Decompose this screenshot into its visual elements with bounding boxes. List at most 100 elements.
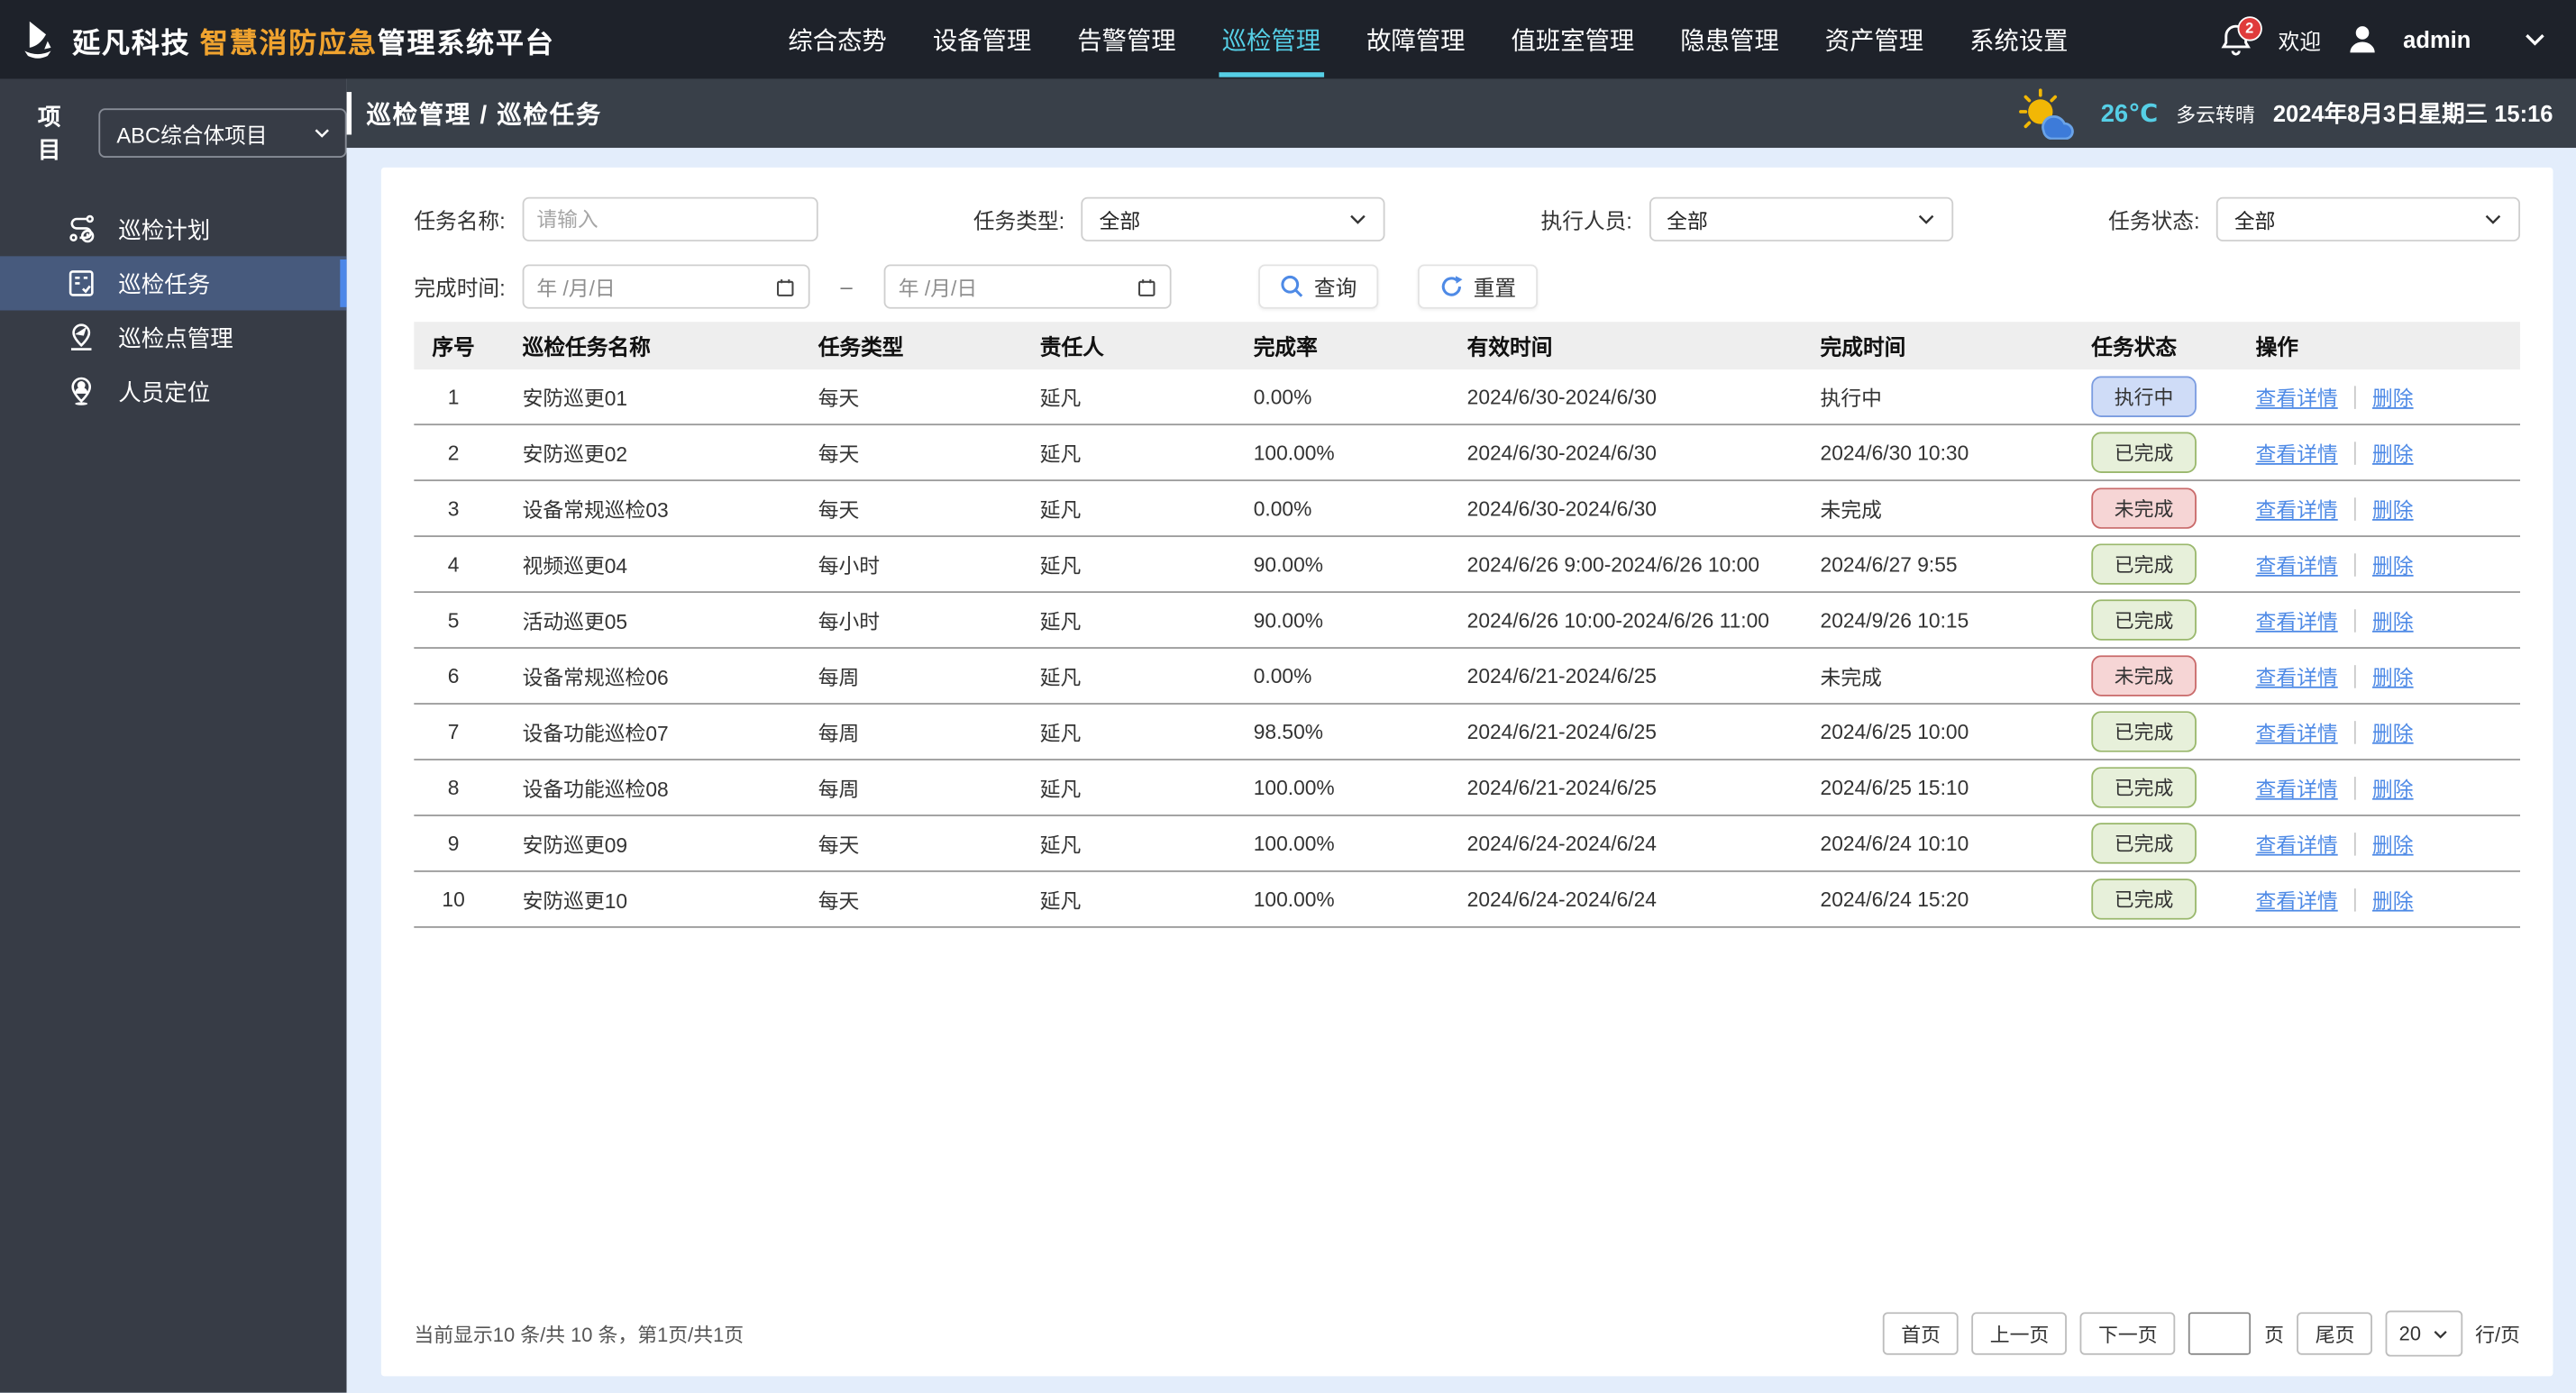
last-page-button[interactable]: 尾页 — [2297, 1312, 2373, 1355]
cell-completion-rate: 0.00% — [1253, 385, 1312, 408]
first-page-button[interactable]: 首页 — [1883, 1312, 1959, 1355]
sidebar: 项目 ABC综合体项目 巡检计划 巡检任务 巡检点管理 人员定位 — [0, 78, 347, 1393]
cell-valid-time: 2024/6/30-2024/6/30 — [1466, 496, 1657, 520]
cell-task-name: 活动巡更05 — [522, 611, 628, 634]
delete-link[interactable]: 删除 — [2372, 716, 2414, 748]
content-card: 任务名称: 任务类型: 全部 执行人员: — [380, 167, 2553, 1377]
task-status-badge: 已完成 — [2091, 823, 2197, 864]
sidebar-item-巡检计划[interactable]: 巡检计划 — [0, 202, 347, 256]
topnav-item-巡检管理[interactable]: 巡检管理 — [1219, 3, 1324, 77]
topnav-item-故障管理[interactable]: 故障管理 — [1363, 3, 1468, 77]
cell-serial-no: 2 — [447, 441, 460, 464]
finish-time-end-input[interactable]: 年 /月/日 — [883, 264, 1172, 309]
calendar-icon[interactable] — [775, 277, 795, 296]
reset-button[interactable]: 重置 — [1417, 264, 1538, 309]
view-detail-link[interactable]: 查看详情 — [2256, 772, 2338, 804]
cell-completion-rate: 0.00% — [1253, 496, 1312, 520]
chevron-down-icon — [1918, 214, 1933, 224]
delete-link[interactable]: 删除 — [2372, 605, 2414, 636]
operation-divider — [2353, 552, 2356, 576]
cell-task-name: 安防巡更02 — [522, 443, 628, 467]
chevron-down-icon — [1350, 214, 1366, 224]
calendar-icon[interactable] — [1137, 277, 1156, 296]
next-page-button[interactable]: 下一页 — [2079, 1312, 2176, 1355]
temperature: 26℃ — [2100, 100, 2159, 129]
chevron-down-icon — [2433, 1330, 2447, 1338]
delete-link[interactable]: 删除 — [2372, 549, 2414, 580]
project-select[interactable]: ABC综合体项目 — [98, 108, 347, 158]
filter-task-name: 任务名称: — [414, 196, 818, 241]
prev-page-button[interactable]: 上一页 — [1971, 1312, 2068, 1355]
refresh-icon — [1441, 276, 1463, 296]
sidebar-item-巡检点管理[interactable]: 巡检点管理 — [0, 310, 347, 364]
topnav-item-综合态势[interactable]: 综合态势 — [785, 3, 891, 77]
table-row: 9 安防巡更09 每天 延凡 100.00% 2024/6/24-2024/6/… — [414, 816, 2521, 872]
view-detail-link[interactable]: 查看详情 — [2256, 493, 2338, 524]
executor-select[interactable]: 全部 — [1649, 196, 1953, 241]
query-button[interactable]: 查询 — [1257, 264, 1379, 309]
delete-link[interactable]: 删除 — [2372, 660, 2414, 692]
sidebar-item-人员定位[interactable]: 人员定位 — [0, 365, 347, 419]
view-detail-link[interactable]: 查看详情 — [2256, 884, 2338, 915]
user-menu-chevron-down-icon[interactable] — [2520, 24, 2550, 54]
page-jump-input[interactable] — [2188, 1312, 2252, 1355]
table-row: 8 设备功能巡检08 每周 延凡 100.00% 2024/6/21-2024/… — [414, 760, 2521, 816]
view-detail-link[interactable]: 查看详情 — [2256, 716, 2338, 748]
view-detail-link[interactable]: 查看详情 — [2256, 549, 2338, 580]
cell-valid-time: 2024/6/24-2024/6/24 — [1466, 832, 1657, 855]
topnav-item-隐患管理[interactable]: 隐患管理 — [1677, 3, 1783, 77]
cell-completion-rate: 98.50% — [1253, 720, 1324, 743]
weather-cluster: 26℃ 多云转晴 2024年8月3日星期三 15:16 — [2017, 87, 2576, 140]
view-detail-link[interactable]: 查看详情 — [2256, 828, 2338, 860]
task-type-select[interactable]: 全部 — [1081, 196, 1385, 241]
delete-link[interactable]: 删除 — [2372, 772, 2414, 804]
view-detail-link[interactable]: 查看详情 — [2256, 381, 2338, 413]
view-detail-link[interactable]: 查看详情 — [2256, 660, 2338, 692]
cell-operations: 查看详情 删除 — [2226, 549, 2520, 580]
patrol-point-icon — [66, 322, 97, 353]
cell-valid-time: 2024/6/26 10:00-2024/6/26 11:00 — [1466, 608, 1769, 632]
notification-bell-icon[interactable]: 2 — [2215, 16, 2262, 59]
cell-owner: 延凡 — [1039, 833, 1082, 858]
cell-valid-time: 2024/6/21-2024/6/25 — [1466, 720, 1657, 743]
topnav-item-系统设置[interactable]: 系统设置 — [1967, 3, 2072, 77]
company-logo-icon — [16, 18, 59, 60]
delete-link[interactable]: 删除 — [2372, 493, 2414, 524]
operation-divider — [2353, 496, 2356, 520]
cell-task-type: 每天 — [818, 387, 860, 411]
finish-time-start-input[interactable]: 年 /月/日 — [521, 264, 809, 309]
date-placeholder: 年 /月/日 — [536, 278, 616, 301]
status-select[interactable]: 全部 — [2215, 196, 2520, 241]
column-header-完成时间: 完成时间 — [1820, 334, 1906, 360]
cell-task-type: 每周 — [818, 778, 860, 802]
topnav-item-值班室管理[interactable]: 值班室管理 — [1508, 3, 1638, 77]
operation-divider — [2353, 720, 2356, 743]
filter-finish-time: 完成时间: 年 /月/日 – 年 /月/日 — [414, 264, 1172, 309]
topnav-item-告警管理[interactable]: 告警管理 — [1074, 3, 1180, 77]
view-detail-link[interactable]: 查看详情 — [2256, 605, 2338, 636]
brand-highlight: 智慧消防应急 — [199, 27, 378, 59]
person-locate-icon — [66, 376, 97, 407]
status-label: 任务状态: — [2108, 208, 2200, 233]
executor-label: 执行人员: — [1540, 208, 1632, 233]
cell-operations: 查看详情 删除 — [2226, 716, 2520, 748]
view-detail-link[interactable]: 查看详情 — [2256, 437, 2338, 469]
page-size-select[interactable]: 20 — [2386, 1310, 2462, 1357]
cell-owner: 延凡 — [1039, 667, 1082, 690]
task-table: 序号 巡检任务名称 任务类型 责任人 完成率 有效时间 完成时间 任务状态 操作 1 安防巡更0… — [414, 322, 2521, 928]
user-avatar-icon[interactable] — [2344, 22, 2380, 58]
delete-link[interactable]: 删除 — [2372, 381, 2414, 413]
cell-owner: 延凡 — [1039, 443, 1082, 467]
cell-completion-rate: 90.00% — [1253, 552, 1324, 576]
task-type-value: 全部 — [1099, 210, 1141, 233]
cell-operations: 查看详情 删除 — [2226, 437, 2520, 469]
table-row: 4 视频巡更04 每小时 延凡 90.00% 2024/6/26 9:00-20… — [414, 537, 2521, 593]
sidebar-item-巡检任务[interactable]: 巡检任务 — [0, 256, 347, 311]
delete-link[interactable]: 删除 — [2372, 437, 2414, 469]
delete-link[interactable]: 删除 — [2372, 828, 2414, 860]
task-status-badge: 执行中 — [2091, 376, 2197, 417]
topnav-item-资产管理[interactable]: 资产管理 — [1822, 3, 1927, 77]
topnav-item-设备管理[interactable]: 设备管理 — [929, 3, 1035, 77]
delete-link[interactable]: 删除 — [2372, 884, 2414, 915]
task-name-input[interactable] — [521, 196, 818, 241]
